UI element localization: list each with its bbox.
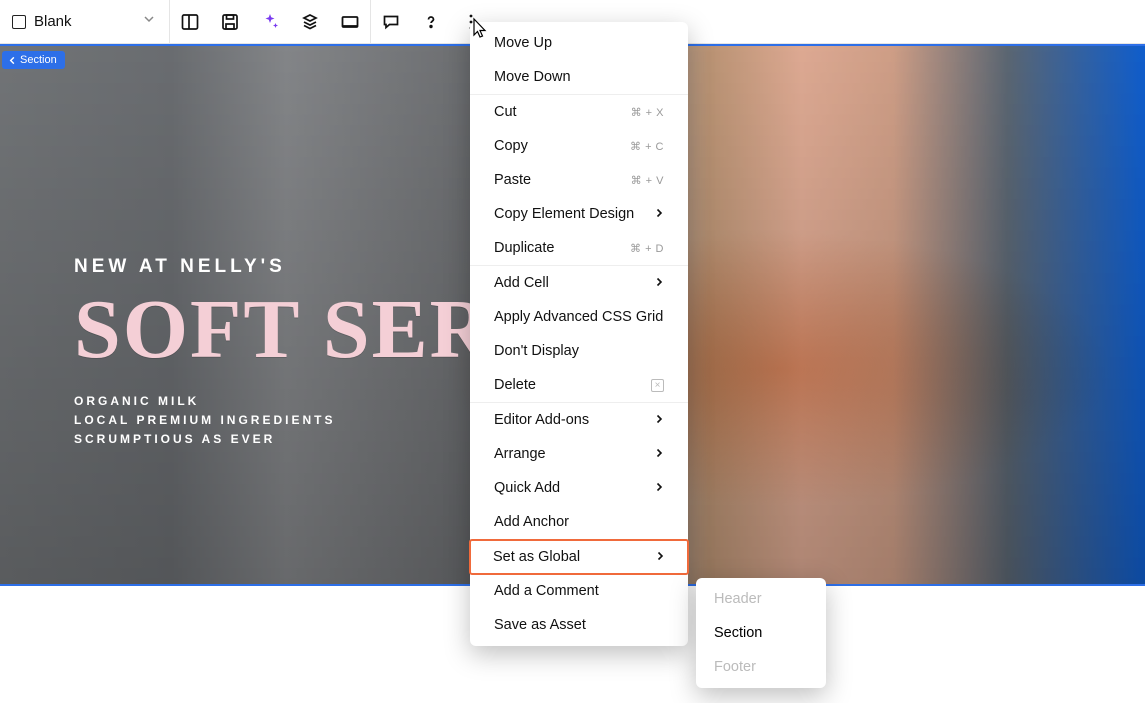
menu-label: Quick Add [494, 480, 560, 496]
element-type-label: Blank [34, 13, 131, 30]
menu-editor-addons[interactable]: Editor Add-ons [470, 403, 688, 437]
submenu-label: Header [714, 591, 762, 607]
menu-label: Paste [494, 172, 531, 188]
columns-button[interactable] [170, 0, 210, 44]
chevron-right-icon [654, 206, 664, 222]
menu-copy[interactable]: Copy ⌘ + C [470, 129, 688, 163]
menu-set-as-global[interactable]: Set as Global [469, 539, 689, 575]
menu-label: Duplicate [494, 240, 554, 256]
menu-label: Cut [494, 104, 517, 120]
submenu-section[interactable]: Section [696, 616, 826, 650]
submenu-label: Footer [714, 659, 756, 675]
menu-label: Apply Advanced CSS Grid [494, 309, 663, 325]
menu-add-cell[interactable]: Add Cell [470, 266, 688, 300]
menu-label: Add a Comment [494, 583, 599, 599]
chevron-right-icon [654, 446, 664, 462]
breadcrumb-section-pill[interactable]: Section [2, 51, 65, 69]
menu-dont-display[interactable]: Don't Display [470, 334, 688, 368]
chevron-right-icon [655, 549, 665, 565]
help-button[interactable] [411, 0, 451, 44]
menu-label: Copy [494, 138, 528, 154]
chevron-left-icon [8, 56, 17, 65]
menu-duplicate[interactable]: Duplicate ⌘ + D [470, 231, 688, 265]
save-layout-button[interactable] [210, 0, 250, 44]
menu-label: Copy Element Design [494, 206, 634, 222]
chevron-right-icon [654, 275, 664, 291]
toolbar-group-layout [170, 0, 370, 44]
menu-move-up[interactable]: Move Up [470, 26, 688, 60]
menu-copy-element-design[interactable]: Copy Element Design [470, 197, 688, 231]
menu-delete[interactable]: Delete [470, 368, 688, 402]
layers-button[interactable] [290, 0, 330, 44]
menu-paste[interactable]: Paste ⌘ + V [470, 163, 688, 197]
menu-shortcut: ⌘ + X [631, 106, 664, 119]
menu-label: Don't Display [494, 343, 579, 359]
menu-save-as-asset[interactable]: Save as Asset [470, 608, 688, 642]
menu-shortcut: ⌘ + V [631, 174, 664, 187]
menu-move-down[interactable]: Move Down [470, 60, 688, 94]
submenu-footer: Footer [696, 650, 826, 684]
fullwidth-button[interactable] [330, 0, 370, 44]
menu-apply-css-grid[interactable]: Apply Advanced CSS Grid [470, 300, 688, 334]
menu-cut[interactable]: Cut ⌘ + X [470, 95, 688, 129]
menu-quick-add[interactable]: Quick Add [470, 471, 688, 505]
menu-label: Add Anchor [494, 514, 569, 530]
menu-label: Add Cell [494, 275, 549, 291]
menu-label: Set as Global [493, 549, 580, 565]
ai-sparkle-button[interactable] [250, 0, 290, 44]
menu-shortcut: ⌘ + C [630, 140, 664, 153]
menu-add-comment[interactable]: Add a Comment [470, 574, 688, 608]
chevron-right-icon [654, 480, 664, 496]
submenu-header: Header [696, 582, 826, 616]
menu-label: Move Up [494, 35, 552, 51]
breadcrumb-section-label: Section [20, 54, 57, 66]
menu-label: Move Down [494, 69, 571, 85]
menu-label: Editor Add-ons [494, 412, 589, 428]
chevron-right-icon [654, 412, 664, 428]
menu-label: Arrange [494, 446, 546, 462]
blank-square-icon [12, 15, 26, 29]
menu-label: Delete [494, 377, 536, 393]
comment-button[interactable] [371, 0, 411, 44]
menu-arrange[interactable]: Arrange [470, 437, 688, 471]
element-type-dropdown[interactable]: Blank [0, 0, 170, 44]
delete-key-icon [651, 379, 664, 392]
menu-label: Save as Asset [494, 617, 586, 633]
submenu-label: Section [714, 625, 762, 641]
menu-add-anchor[interactable]: Add Anchor [470, 505, 688, 539]
set-as-global-submenu: Header Section Footer [696, 578, 826, 688]
chevron-down-icon [139, 9, 159, 34]
context-menu: Move Up Move Down Cut ⌘ + X Copy ⌘ + C Pas… [470, 22, 688, 646]
menu-shortcut: ⌘ + D [630, 242, 664, 255]
